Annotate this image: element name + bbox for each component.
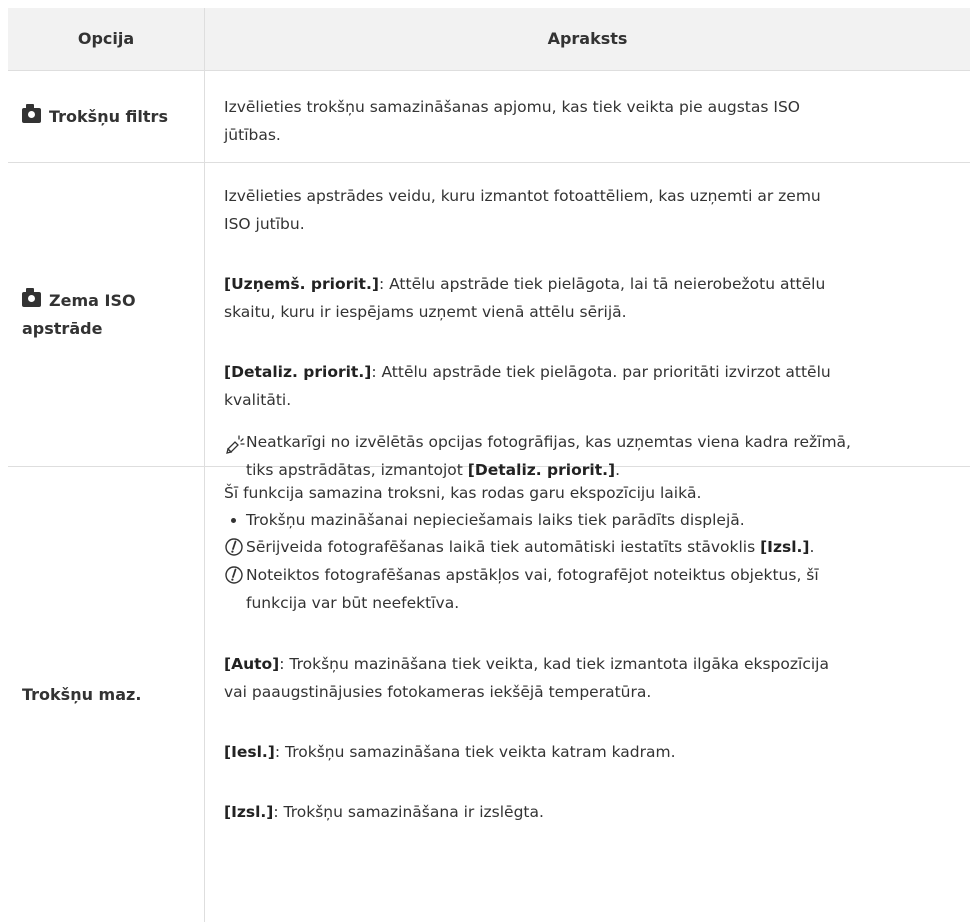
option-label: Trokšņu maz. bbox=[22, 684, 142, 704]
option-item-detail: [Detaliz. priorit.]: Attēlu apstrāde tie… bbox=[224, 358, 949, 414]
description-line: Izvēlieties trokšņu samazināšanas apjomu… bbox=[224, 98, 800, 116]
tip-line1: Neatkarīgi no izvēlētās opcijas fotogrāf… bbox=[246, 433, 851, 451]
intro-line: Izvēlieties apstrādes veidu, kuru izmant… bbox=[224, 187, 821, 205]
header-description: Apraksts bbox=[547, 29, 628, 48]
tip-note: Neatkarīgi no izvēlētās opcijas fotogrāf… bbox=[224, 428, 949, 484]
column-divider bbox=[204, 8, 205, 922]
option-item-burst: [Uzņemš. priorit.]: Attēlu apstrāde tiek… bbox=[224, 270, 949, 326]
item-text-line2: kvalitāti. bbox=[224, 391, 292, 409]
tip-line2-bold: [Detaliz. priorit.] bbox=[467, 461, 616, 479]
caution-line2: funkcija var būt neefektīva. bbox=[246, 594, 460, 612]
tip-pencil-icon bbox=[226, 435, 245, 454]
caution-note: Sērijveida fotografēšanas laikā tiek aut… bbox=[224, 533, 949, 561]
header-option: Opcija bbox=[77, 29, 135, 48]
item-text: : Trokšņu mazināšana tiek veikta, kad ti… bbox=[279, 655, 829, 673]
tip-line2-end: . bbox=[615, 461, 621, 479]
item-label: [Iesl.] bbox=[224, 743, 275, 761]
bullet-item: Trokšņu mazināšanai nepieciešamais laiks… bbox=[224, 506, 949, 534]
description-noise-reduction: Šī funkcija samazina troksni, kas rodas … bbox=[224, 479, 949, 919]
caution-text: Sērijveida fotografēšanas laikā tiek aut… bbox=[246, 538, 761, 556]
settings-table: Opcija Apraksts Trokšņu filtrs Izvēlieti… bbox=[8, 8, 970, 922]
item-text-line2: vai paaugstinājusies fotokameras iekšējā… bbox=[224, 683, 652, 701]
item-text-line2: skaitu, kuru ir iespējams uzņemt vienā a… bbox=[224, 303, 627, 321]
item-text: : Attēlu apstrāde tiek pielāgota. par pr… bbox=[371, 363, 831, 381]
caution-line1: Noteiktos fotografēšanas apstākļos vai, … bbox=[246, 566, 819, 584]
camera-icon bbox=[22, 103, 41, 123]
option-label-line1: Zema ISO bbox=[49, 290, 136, 310]
header-option-cell: Opcija bbox=[8, 8, 204, 70]
caution-note: Noteiktos fotografēšanas apstākļos vai, … bbox=[224, 561, 949, 617]
camera-icon bbox=[22, 287, 41, 307]
header-description-cell: Apraksts bbox=[205, 8, 970, 70]
tip-line2-text: tiks apstrādātas, izmantojot bbox=[246, 461, 468, 479]
intro-line: ISO jutību. bbox=[224, 215, 305, 233]
caution-icon bbox=[225, 566, 243, 584]
description-noise-filter: Izvēlieties trokšņu samazināšanas apjomu… bbox=[224, 93, 949, 149]
intro-line: Šī funkcija samazina troksni, kas rodas … bbox=[224, 484, 702, 502]
option-label: Trokšņu filtrs bbox=[49, 106, 168, 126]
item-text: : Trokšņu samazināšana ir izslēgta. bbox=[273, 803, 544, 821]
item-label: [Izsl.] bbox=[224, 803, 274, 821]
option-item-auto: [Auto]: Trokšņu mazināšana tiek veikta, … bbox=[224, 650, 949, 706]
option-item-on: [Iesl.]: Trokšņu samazināšana tiek veikt… bbox=[224, 738, 949, 766]
item-text: : Trokšņu samazināšana tiek veikta katra… bbox=[274, 743, 676, 761]
caution-end: . bbox=[809, 538, 815, 556]
option-low-iso-processing: Zema ISO apstrāde bbox=[8, 163, 204, 466]
option-label-line2: apstrāde bbox=[22, 318, 103, 338]
item-label: [Detaliz. priorit.] bbox=[224, 363, 372, 381]
item-label: [Auto] bbox=[224, 655, 280, 673]
caution-bold: [Izsl.] bbox=[760, 538, 810, 556]
item-text: : Attēlu apstrāde tiek pielāgota, lai tā… bbox=[378, 275, 826, 293]
description-low-iso-processing: Izvēlieties apstrādes veidu, kuru izmant… bbox=[224, 182, 949, 479]
item-label: [Uzņemš. priorit.] bbox=[224, 275, 379, 293]
caution-icon bbox=[225, 538, 243, 556]
option-noise-filter: Trokšņu filtrs bbox=[8, 71, 204, 162]
description-line: jūtības. bbox=[224, 126, 281, 144]
option-noise-reduction: Trokšņu maz. bbox=[8, 467, 204, 922]
bullet-dot bbox=[231, 518, 236, 523]
intro-paragraph: Izvēlieties apstrādes veidu, kuru izmant… bbox=[224, 182, 949, 238]
bullet-text: Trokšņu mazināšanai nepieciešamais laiks… bbox=[246, 511, 745, 529]
option-item-off: [Izsl.]: Trokšņu samazināšana ir izslēgt… bbox=[224, 798, 949, 826]
